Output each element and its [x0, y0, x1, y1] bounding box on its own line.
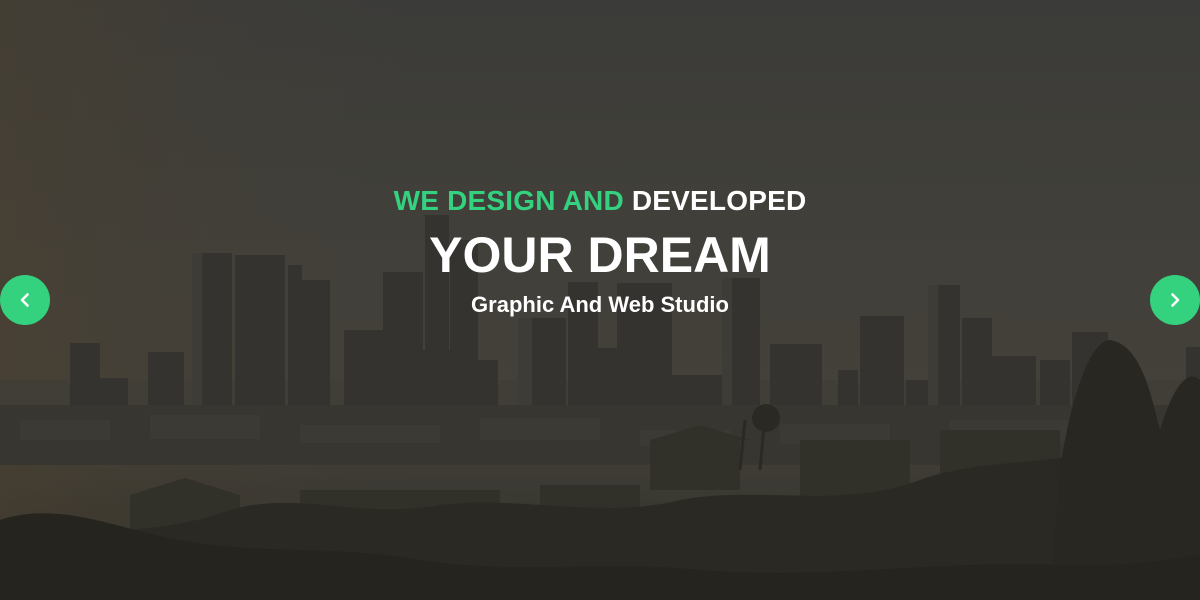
chevron-left-icon: [20, 293, 29, 307]
slider-next-button[interactable]: [1150, 275, 1200, 325]
slide-subtitle: Graphic And Web Studio: [471, 292, 729, 317]
slider-prev-button[interactable]: [0, 275, 50, 325]
headline-accent: WE DESIGN AND: [393, 185, 624, 216]
headline-rest: DEVELOPED: [631, 185, 807, 216]
slide-title: YOUR DREAM: [429, 227, 771, 283]
slide-headline: WE DESIGN AND DEVELOPED: [0, 183, 1200, 219]
hero-slider: WE DESIGN AND DEVELOPED YOUR DREAM Graph…: [0, 0, 1200, 600]
slide-caption: WE DESIGN AND DEVELOPED YOUR DREAM Graph…: [0, 183, 1200, 319]
chevron-right-icon: [1171, 293, 1180, 307]
